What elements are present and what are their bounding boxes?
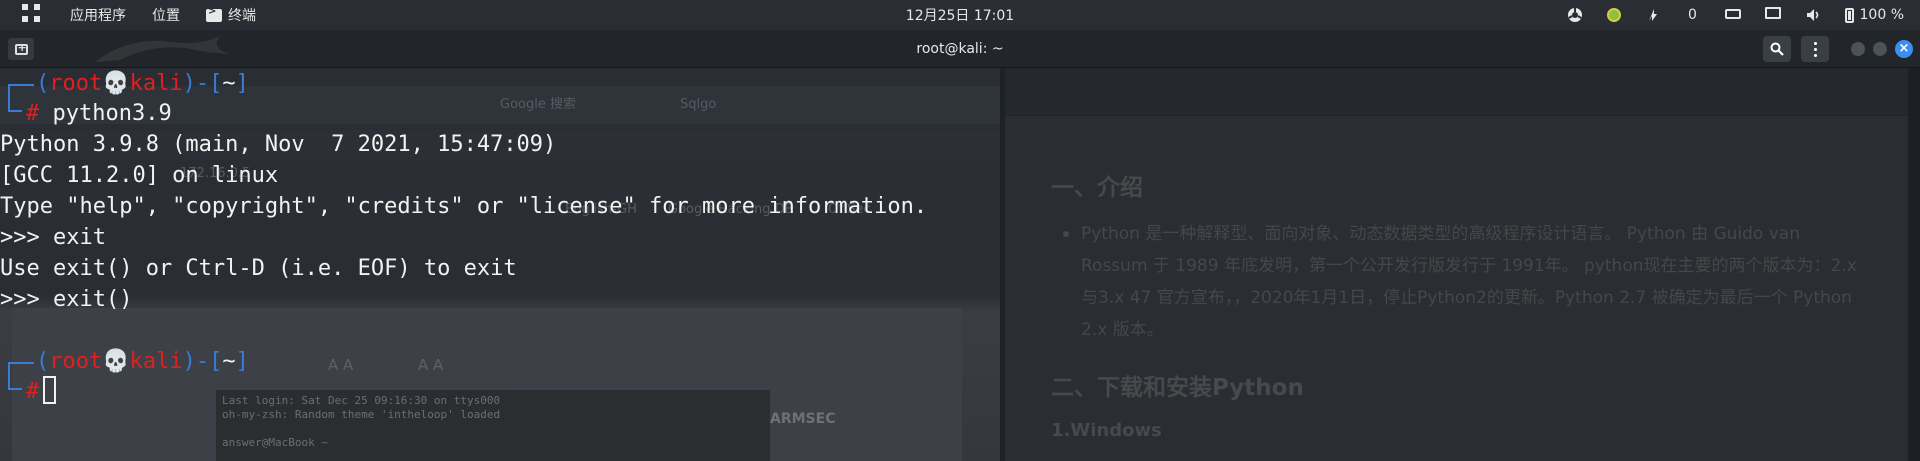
close-icon: × [1898,41,1910,56]
terminal-title-bar[interactable]: root@kali: ~ × [0,30,1920,68]
status-indicator-icon[interactable] [1606,8,1621,22]
output-line: [GCC 11.2.0] on linux [0,163,279,188]
volume-icon[interactable] [1805,7,1821,23]
background-inner-line: Last login: Sat Dec 25 09:16:30 on ttys0… [222,394,501,407]
command-text: python3.9 [52,101,172,126]
minimize-button[interactable] [1851,42,1865,56]
background-font-size-label: A A [328,356,354,374]
background-inner-line: answer@MacBook ~ [222,436,328,449]
close-button[interactable]: × [1895,40,1913,58]
doc-subheading: 1.Windows [1051,420,1162,441]
prompt-user: root [49,349,103,374]
output-line: Type "help", "copyright", "credits" or "… [0,194,928,219]
network-icon[interactable] [1567,7,1583,23]
prompt-symbol: # [26,379,40,404]
search-button[interactable] [1763,36,1791,62]
terminal-menu[interactable]: 终端 [206,5,256,25]
doc-heading-intro: 一、介绍 [1051,175,1143,201]
battery-status[interactable]: 100 % [1844,7,1904,23]
active-command-line[interactable]: # [26,376,57,407]
doc-heading-install: 二、下载和安装Python [1051,375,1304,401]
search-icon [1770,42,1784,56]
window-title: root@kali: ~ [916,41,1004,57]
lightning-icon[interactable] [1645,7,1661,23]
prompt-bracket [8,378,22,390]
background-font-size-label: A A [418,356,444,374]
document-header [1005,68,1920,116]
prompt-dir: ~ [222,71,236,96]
skull-icon: 💀 [102,349,130,374]
notification-count[interactable]: 0 [1685,7,1701,23]
document-scrollbar[interactable] [1908,68,1920,461]
terminal-menu-label: 终端 [228,8,256,24]
kebab-menu-icon [1813,41,1817,57]
places-menu[interactable]: 位置 [152,5,180,25]
system-top-bar: 应用程序 位置 终端 12月25日 17:01 0 100 % [0,0,1920,30]
clock[interactable]: 12月25日 17:01 [906,8,1014,24]
background-tab: Sqlgo [680,97,717,112]
doc-paragraph: Python 是一种解释型、面向对象、动态数据类型的高级程序设计语言。 Pyth… [1081,224,1857,340]
prompt-host: kali [129,349,183,374]
skull-icon: 💀 [102,71,130,96]
background-brand: ARMSEC [770,411,836,427]
terminal-icon [206,6,222,22]
prompt-symbol: # [26,101,40,126]
background-document: 一、介绍 Python 是一种解释型、面向对象、动态数据类型的高级程序设计语言。… [1005,68,1920,461]
battery-percent: 100 % [1859,7,1904,23]
prompt-line: (root💀kali)-[~] [36,71,249,96]
background-tab: Google 搜索 [500,97,576,112]
prompt-host: kali [129,71,183,96]
menu-button[interactable] [1801,36,1829,62]
prompt-user: root [49,71,103,96]
output-line: >>> exit() [0,287,133,312]
keyboard-icon[interactable] [1724,7,1741,23]
apps-grid-icon[interactable] [22,4,44,26]
background-inner-line: oh-my-zsh: Random theme 'intheloop' load… [222,408,501,421]
prompt-bracket [8,100,22,112]
display-icon[interactable] [1764,7,1781,23]
bullet-icon [1063,231,1069,237]
text-cursor[interactable] [43,376,57,404]
prompt-line: (root💀kali)-[~] [36,349,249,374]
command-line: # python3.9 [26,98,172,129]
maximize-button[interactable] [1873,42,1887,56]
terminal-view[interactable]: Google 搜索 Sqlgo 172.16.0.5 English-GH Go… [0,68,1920,461]
output-line: Use exit() or Ctrl-D (i.e. EOF) to exit [0,256,517,281]
apps-menu[interactable]: 应用程序 [70,5,126,25]
output-line: Python 3.9.8 (main, Nov 7 2021, 15:47:09… [0,132,557,157]
battery-icon [1844,7,1854,23]
prompt-dir: ~ [222,349,236,374]
output-line: >>> exit [0,225,106,250]
